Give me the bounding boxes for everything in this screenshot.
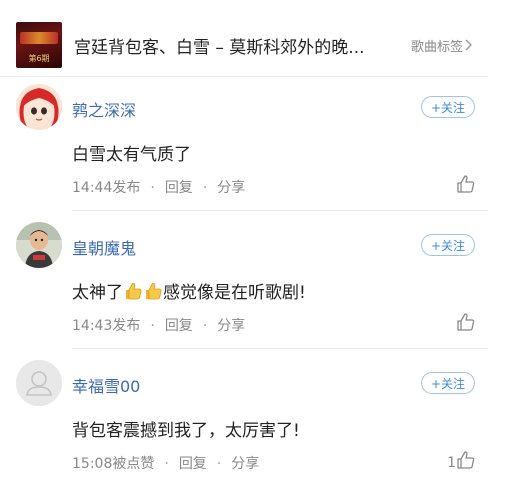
comment-item: 皇朝魔鬼 +关注 太神了 感觉像是在听歌剧! 14:43发布 · 回复 · 分享 bbox=[0, 222, 516, 350]
comment-item: 鹑之深深 +关注 白雪太有气质了 14:44发布 · 回复 · 分享 bbox=[0, 84, 516, 212]
thumbs-up-icon bbox=[457, 451, 475, 469]
thumbs-up-emoji-icon bbox=[126, 283, 142, 300]
reply-button[interactable]: 回复 bbox=[165, 318, 193, 334]
cover-banner bbox=[20, 32, 58, 44]
share-button[interactable]: 分享 bbox=[231, 456, 259, 472]
comment-text: 白雪太有气质了 bbox=[72, 145, 191, 165]
song-title[interactable]: 宫廷背包客、白雪 – 莫斯科郊外的晚... bbox=[74, 33, 394, 58]
comment-text: 太神了 感觉像是在听歌剧! bbox=[72, 278, 306, 303]
divider bbox=[72, 348, 488, 349]
like-button[interactable]: 1 bbox=[447, 450, 476, 471]
divider bbox=[0, 76, 488, 77]
comment-time: 14:43发布 bbox=[72, 318, 141, 334]
separator-dot: · bbox=[150, 180, 155, 196]
comment-text-part: 太神了 bbox=[72, 283, 123, 303]
song-tag-label: 歌曲标签 bbox=[411, 40, 464, 55]
thumbs-up-emoji-icon bbox=[146, 283, 162, 300]
comment-time: 15:08被点赞 bbox=[72, 456, 155, 472]
comment-meta: 14:44发布 · 回复 · 分享 bbox=[72, 177, 245, 197]
follow-button[interactable]: +关注 bbox=[421, 372, 475, 394]
comment-item: 幸福雪00 +关注 背包客震撼到我了，太厉害了! 15:08被点赞 · 回复 · 分享 … bbox=[0, 360, 516, 497]
reply-button[interactable]: 回复 bbox=[179, 456, 207, 472]
comment-meta: 15:08被点赞 · 回复 · 分享 bbox=[72, 453, 259, 473]
share-button[interactable]: 分享 bbox=[217, 318, 245, 334]
comment-time: 14:44发布 bbox=[72, 180, 141, 196]
like-button[interactable] bbox=[456, 174, 476, 195]
comment-text: 背包客震撼到我了，太厉害了! bbox=[72, 421, 300, 441]
follow-button[interactable]: +关注 bbox=[421, 234, 475, 256]
avatar[interactable] bbox=[16, 84, 62, 130]
song-header[interactable]: 第6期 宫廷背包客、白雪 – 莫斯科郊外的晚... 歌曲标签 bbox=[0, 0, 516, 76]
comment-text-part: 感觉像是在听歌剧! bbox=[163, 283, 306, 303]
separator-dot: · bbox=[216, 456, 222, 472]
share-button[interactable]: 分享 bbox=[217, 180, 245, 196]
cover-label: 第6期 bbox=[28, 54, 50, 63]
separator-dot: · bbox=[150, 318, 155, 334]
song-tag-link[interactable]: 歌曲标签 bbox=[411, 36, 473, 55]
thumbs-up-icon bbox=[457, 175, 475, 193]
chevron-right-icon bbox=[465, 39, 473, 55]
thumbs-up-icon bbox=[457, 313, 475, 331]
reply-button[interactable]: 回复 bbox=[165, 180, 193, 196]
username[interactable]: 皇朝魔鬼 bbox=[72, 235, 136, 259]
avatar[interactable] bbox=[16, 222, 62, 268]
follow-button[interactable]: +关注 bbox=[421, 96, 475, 118]
comment-meta: 14:43发布 · 回复 · 分享 bbox=[72, 315, 245, 335]
like-button[interactable] bbox=[456, 312, 476, 333]
separator-dot: · bbox=[202, 318, 208, 334]
avatar[interactable] bbox=[16, 360, 62, 406]
like-count: 1 bbox=[447, 455, 456, 471]
username[interactable]: 幸福雪00 bbox=[72, 373, 140, 397]
separator-dot: · bbox=[202, 180, 208, 196]
album-cover[interactable]: 第6期 bbox=[16, 22, 62, 68]
separator-dot: · bbox=[164, 456, 169, 472]
username[interactable]: 鹑之深深 bbox=[72, 97, 136, 121]
divider bbox=[72, 210, 488, 211]
